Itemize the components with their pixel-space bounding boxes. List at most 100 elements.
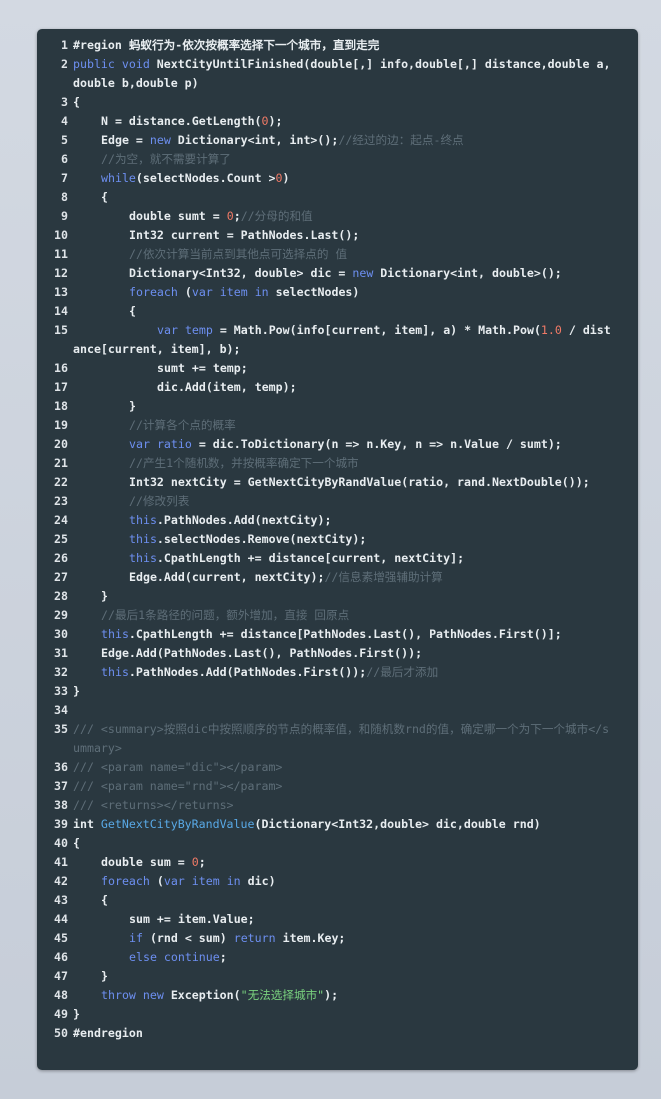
code-line: 2 public void NextCityUntilFinished(doubl… bbox=[37, 55, 638, 93]
code-token: public bbox=[73, 57, 115, 71]
code-token: double sum = bbox=[101, 855, 192, 869]
code-token: ; bbox=[219, 950, 227, 964]
code-token: this bbox=[101, 627, 129, 641]
code-token: double sumt = bbox=[129, 209, 227, 223]
code-token: } bbox=[129, 399, 136, 413]
code-line: 13 foreach (var item in selectNodes) bbox=[37, 283, 638, 302]
code-token: .PathNodes.Add(nextCity); bbox=[156, 513, 332, 527]
code-token: (selectNodes.Count > bbox=[135, 171, 276, 185]
code-token: new bbox=[149, 133, 171, 147]
code-line: 17 dic.Add(item, temp); bbox=[37, 378, 638, 397]
line-number: 3 bbox=[61, 95, 68, 109]
code-token: /// <summary>按照dic中按照顺序的节点的概率值，和随机数rnd的值… bbox=[73, 722, 610, 755]
code-token: //修改列表 bbox=[129, 494, 190, 508]
line-number: 16 bbox=[54, 361, 68, 375]
code-token: return bbox=[233, 931, 276, 945]
code-token: } bbox=[73, 1007, 80, 1021]
code-line: 29 //最后1条路径的问题，额外增加，直接 回原点 bbox=[37, 606, 638, 625]
line-number: 43 bbox=[54, 893, 68, 907]
line-number: 2 bbox=[61, 57, 68, 71]
line-number: 4 bbox=[61, 114, 68, 128]
code-token: this bbox=[129, 551, 157, 565]
code-line: 38 /// <returns></returns> bbox=[37, 796, 638, 815]
line-number: 47 bbox=[54, 969, 68, 983]
code-line: 8{ bbox=[37, 188, 638, 207]
line-number: 30 bbox=[54, 627, 68, 641]
line-number: 1 bbox=[61, 38, 68, 52]
code-token: ( bbox=[149, 874, 164, 888]
code-token: { bbox=[129, 304, 136, 318]
code-token: /// <param name="dic"></param> bbox=[73, 760, 283, 774]
code-line: 23 //修改列表 bbox=[37, 492, 638, 511]
code-token: foreach bbox=[101, 874, 150, 888]
line-number: 44 bbox=[54, 912, 68, 926]
code-token: sum += item.Value; bbox=[129, 912, 255, 926]
code-token: foreach bbox=[129, 285, 178, 299]
code-token: var bbox=[157, 323, 178, 337]
line-number: 11 bbox=[54, 247, 68, 261]
line-number: 35 bbox=[54, 722, 68, 736]
code-line: 32 this.PathNodes.Add(PathNodes.First());… bbox=[37, 663, 638, 682]
code-token: N = distance.GetLength( bbox=[101, 114, 262, 128]
code-line: 15 var temp = Math.Pow(info[current, item… bbox=[37, 321, 638, 359]
code-token: .PathNodes.Add(PathNodes.First()); bbox=[128, 665, 367, 679]
line-number: 45 bbox=[54, 931, 68, 945]
code-line: 25 this.selectNodes.Remove(nextCity); bbox=[37, 530, 638, 549]
code-token: this bbox=[101, 665, 129, 679]
code-line: 45 if (rnd < sum) return item.Key; bbox=[37, 929, 638, 948]
code-line: 12 Dictionary<Int32, double> dic = new Di… bbox=[37, 264, 638, 283]
code-line: 9 double sumt = 0;//分母的和值 bbox=[37, 207, 638, 226]
code-token: } bbox=[101, 969, 108, 983]
code-line: 20 var ratio = dic.ToDictionary(n => n.Ke… bbox=[37, 435, 638, 454]
code-line: 26 this.CpathLength += distance[current, … bbox=[37, 549, 638, 568]
code-line: 49} bbox=[37, 1005, 638, 1024]
code-line: 40 { bbox=[37, 834, 638, 853]
code-token: sumt += temp; bbox=[157, 361, 248, 375]
code-line: 4 N = distance.GetLength(0); bbox=[37, 112, 638, 131]
code-line: 6 //为空，就不需要计算了 bbox=[37, 150, 638, 169]
code-token: { bbox=[101, 893, 108, 907]
code-token: 1.0 bbox=[540, 323, 562, 337]
line-number: 15 bbox=[54, 323, 68, 337]
code-line: 10 Int32 current = PathNodes.Last(); bbox=[37, 226, 638, 245]
code-line: 44 sum += item.Value; bbox=[37, 910, 638, 929]
code-token: 0 bbox=[275, 171, 283, 185]
code-token: //最后1条路径的问题，额外增加，直接 回原点 bbox=[101, 608, 350, 622]
line-number: 46 bbox=[54, 950, 68, 964]
line-number: 12 bbox=[54, 266, 68, 280]
line-number: 29 bbox=[54, 608, 68, 622]
code-token: } bbox=[101, 589, 108, 603]
line-number: 9 bbox=[61, 209, 68, 223]
line-number: 18 bbox=[54, 399, 68, 413]
code-token: { bbox=[73, 836, 80, 850]
code-line: 31 Edge.Add(PathNodes.Last(), PathNodes.F… bbox=[37, 644, 638, 663]
code-token: { bbox=[101, 190, 108, 204]
line-number: 33 bbox=[54, 684, 68, 698]
line-number: 41 bbox=[54, 855, 68, 869]
line-number: 26 bbox=[54, 551, 68, 565]
code-token: throw bbox=[101, 988, 136, 1002]
code-token: Edge.Add(PathNodes.Last(), PathNodes.Fir… bbox=[101, 646, 423, 660]
code-line: 18} bbox=[37, 397, 638, 416]
line-number: 28 bbox=[54, 589, 68, 603]
code-line: 37 /// <param name="rnd"></param> bbox=[37, 777, 638, 796]
code-line: 19 //计算各个点的概率 bbox=[37, 416, 638, 435]
code-token: //依次计算当前点到其他点可选择点的 值 bbox=[129, 247, 348, 261]
code-token: Dictionary<int, double>(); bbox=[373, 266, 562, 280]
code-line: 21 //产生1个随机数，并按概率确定下一个城市 bbox=[37, 454, 638, 473]
code-token: 0 bbox=[261, 114, 269, 128]
code-token: = dic.ToDictionary(n => n.Key, n => n.Va… bbox=[191, 437, 562, 451]
line-number: 32 bbox=[54, 665, 68, 679]
code-token: //分母的和值 bbox=[240, 209, 313, 223]
line-number: 27 bbox=[54, 570, 68, 584]
line-number: 38 bbox=[54, 798, 68, 812]
code-token: .selectNodes.Remove(nextCity); bbox=[156, 532, 367, 546]
code-token: ); bbox=[324, 988, 339, 1002]
